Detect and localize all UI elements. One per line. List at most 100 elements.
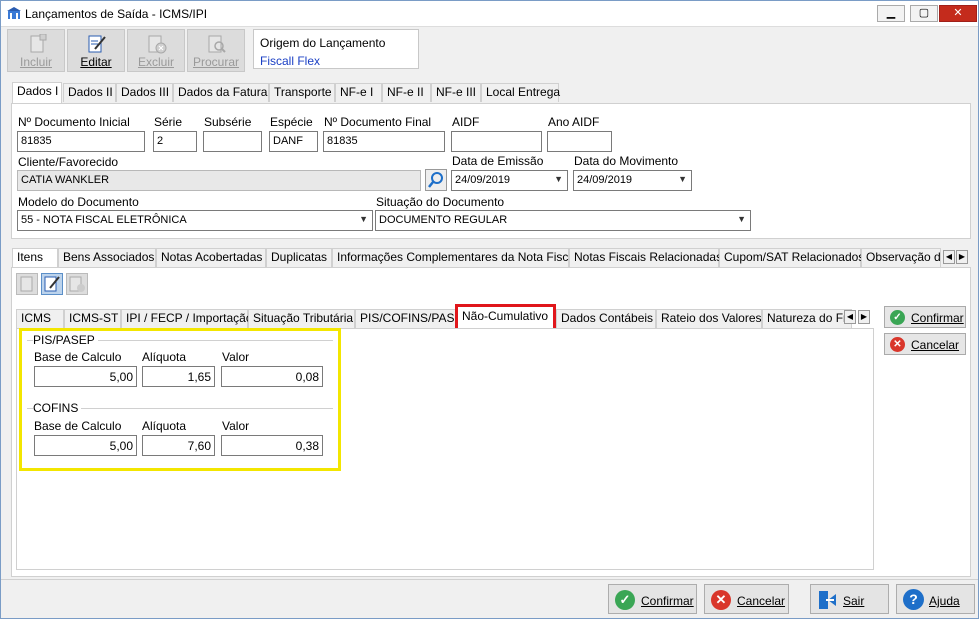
tab-label: Duplicatas [271, 250, 328, 264]
search-cliente-button[interactable] [425, 169, 447, 191]
pis-base-input[interactable]: 5,00 [34, 366, 137, 387]
tab-nfe-ii[interactable]: NF-e II [382, 83, 431, 102]
tab-info-complementares[interactable]: Informações Complementares da Nota Fisca… [332, 248, 578, 267]
ajuda-label: Ajuda [929, 594, 960, 608]
serie-input[interactable]: 2 [153, 131, 197, 152]
sub-tabstrip: ICMS ICMS-ST IPI / FECP / Importação Sit… [16, 308, 864, 329]
scroll-left-icon[interactable]: ◀ [943, 250, 955, 264]
help-icon: ? [903, 589, 924, 610]
tab-duplicatas[interactable]: Duplicatas [266, 248, 332, 267]
tab-icms[interactable]: ICMS [16, 309, 64, 328]
tab-label: Dados I [17, 84, 59, 98]
tab-rateio-valores[interactable]: Rateio dos Valores [656, 309, 762, 328]
tab-dados-iii[interactable]: Dados III [116, 83, 173, 102]
minimize-button[interactable]: ▁ [877, 5, 905, 22]
tab-natureza-frete[interactable]: Natureza do Fr [762, 309, 852, 328]
cancelar-button[interactable]: ✕ Cancelar [704, 584, 789, 614]
pis-aliquota-input[interactable]: 1,65 [142, 366, 215, 387]
tab-cupom-sat[interactable]: Cupom/SAT Relacionados [719, 248, 864, 267]
tab-situacao-tributaria[interactable]: Situação Tributária [248, 309, 355, 328]
ajuda-button[interactable]: ? Ajuda [896, 584, 975, 614]
aidf-input[interactable] [451, 131, 542, 152]
bottom-divider [1, 579, 978, 580]
tab-dados-contabeis[interactable]: Dados Contábeis [556, 309, 656, 328]
data-emissao-label: Data de Emissão [452, 154, 544, 168]
item-editar-button[interactable] [41, 273, 63, 295]
subserie-input[interactable] [203, 131, 262, 152]
data-movimento-label: Data do Movimento [574, 154, 679, 168]
tab-label: Notas Acobertadas [161, 250, 263, 264]
delete-document-icon [69, 276, 85, 292]
item-excluir-button[interactable] [66, 273, 88, 295]
confirmar-label: Confirmar [641, 594, 694, 608]
cofins-aliquota-input[interactable]: 7,60 [142, 435, 215, 456]
situacao-label: Situação do Documento [376, 195, 505, 209]
tab-observacao[interactable]: Observação do [861, 248, 941, 267]
window-title: Lançamentos de Saída - ICMS/IPI [25, 7, 208, 21]
close-button[interactable]: ✕ [939, 5, 977, 22]
restore-button[interactable]: ▢ [910, 5, 938, 22]
tab-label: ICMS [21, 311, 51, 325]
cliente-label: Cliente/Favorecido [18, 155, 119, 169]
tab-itens[interactable]: Itens [12, 248, 58, 268]
tab-dados-fatura[interactable]: Dados da Fatura [173, 83, 269, 102]
incluir-label: Incluir [19, 55, 52, 69]
tab-notas-acobertadas[interactable]: Notas Acobertadas [156, 248, 266, 267]
title-bar: Lançamentos de Saída - ICMS/IPI ▁ ▢ ✕ [1, 1, 978, 27]
situacao-select[interactable]: DOCUMENTO REGULAR ▼ [375, 210, 751, 231]
editar-label: Editar [80, 55, 112, 69]
cofins-base-label: Base de Calculo [34, 419, 122, 433]
editar-button[interactable]: Editar [67, 29, 125, 72]
item-incluir-button[interactable] [16, 273, 38, 295]
excluir-label: Excluir [137, 55, 174, 69]
pis-title: PIS/PASEP [33, 333, 98, 347]
especie-input[interactable]: DANF [269, 131, 318, 152]
num-doc-final-input[interactable]: 81835 [323, 131, 445, 152]
data-emissao-picker[interactable]: 24/09/2019 ▼ [451, 170, 568, 191]
item-cancelar-label: Cancelar [911, 338, 960, 352]
cofins-aliquota-label: Alíquota [142, 419, 187, 433]
cofins-base-input[interactable]: 5,00 [34, 435, 137, 456]
scroll-right-icon[interactable]: ▶ [858, 310, 870, 324]
ano-aidf-input[interactable] [547, 131, 612, 152]
chevron-down-icon: ▼ [737, 214, 746, 224]
tab-label: Dados III [121, 85, 170, 99]
num-doc-final-label: Nº Documento Final [324, 115, 432, 129]
modelo-value: 55 - NOTA FISCAL ELETRÔNICA [21, 214, 187, 226]
tab-icms-st[interactable]: ICMS-ST [64, 309, 121, 328]
excluir-button[interactable]: Excluir [127, 29, 185, 72]
data-movimento-picker[interactable]: 24/09/2019 ▼ [573, 170, 692, 191]
item-confirmar-button[interactable]: ✓ Confirmar [884, 306, 966, 328]
tab-nfe-i[interactable]: NF-e I [335, 83, 382, 102]
data-movimento-value: 24/09/2019 [577, 174, 633, 186]
pis-valor-input[interactable]: 0,08 [221, 366, 323, 387]
tab-nfe-iii[interactable]: NF-e III [431, 83, 481, 102]
modelo-select[interactable]: 55 - NOTA FISCAL ELETRÔNICA ▼ [17, 210, 373, 231]
item-cancelar-button[interactable]: ✕ Cancelar [884, 333, 966, 355]
tab-label: Rateio dos Valores [661, 311, 762, 325]
chevron-down-icon: ▼ [554, 174, 563, 184]
incluir-button[interactable]: Incluir [7, 29, 65, 72]
check-icon: ✓ [615, 590, 635, 610]
scroll-left-icon[interactable]: ◀ [844, 310, 856, 324]
procurar-button[interactable]: Procurar [187, 29, 245, 72]
scroll-right-icon[interactable]: ▶ [956, 250, 968, 264]
tab-dados-ii[interactable]: Dados II [63, 83, 116, 102]
tab-pis-cofins[interactable]: PIS/COFINS/PASEP [355, 309, 470, 328]
confirmar-button[interactable]: ✓ Confirmar [608, 584, 697, 614]
tab-ipi-fecp[interactable]: IPI / FECP / Importação [121, 309, 253, 328]
tab-label: Itens [17, 250, 44, 264]
tab-transporte[interactable]: Transporte [269, 83, 335, 102]
cofins-valor-input[interactable]: 0,38 [221, 435, 323, 456]
cliente-input[interactable]: CATIA WANKLER [17, 170, 421, 191]
origem-value: Fiscall Flex [260, 54, 321, 68]
tab-local-entrega[interactable]: Local Entrega [481, 83, 560, 102]
tab-bens-associados[interactable]: Bens Associados [58, 248, 156, 267]
num-doc-inicial-label: Nº Documento Inicial [18, 115, 130, 129]
num-doc-inicial-input[interactable]: 81835 [17, 131, 145, 152]
origem-panel: Origem do Lançamento Fiscall Flex [253, 29, 419, 69]
itens-panel: ICMS ICMS-ST IPI / FECP / Importação Sit… [11, 267, 971, 577]
sair-button[interactable]: Sair [810, 584, 889, 614]
tab-notas-relacionadas[interactable]: Notas Fiscais Relacionadas [569, 248, 722, 267]
tab-dados-i[interactable]: Dados I [12, 82, 62, 103]
